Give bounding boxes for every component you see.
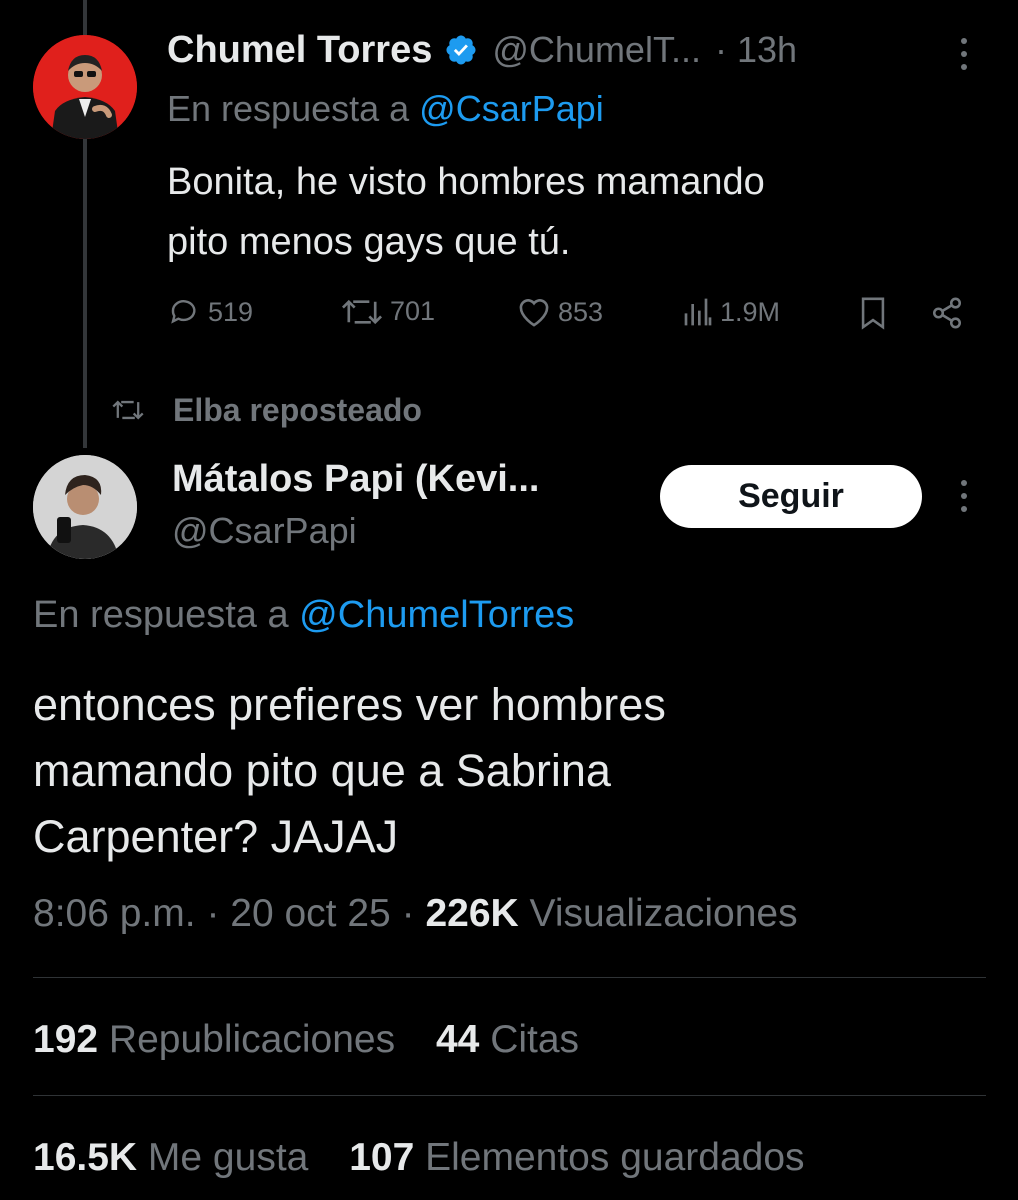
share-button[interactable] <box>930 296 964 330</box>
reply-count: 519 <box>208 296 254 327</box>
bookmark-button[interactable] <box>858 296 888 330</box>
repost-label[interactable]: Elba reposteado <box>173 392 422 429</box>
separator-dot: · <box>206 892 220 935</box>
bookmarks-count: 107 <box>349 1136 415 1179</box>
reposts-label: Republicaciones <box>108 1018 396 1061</box>
reposts-count: 192 <box>33 1018 99 1061</box>
repost-icon <box>111 398 145 422</box>
more-options-icon[interactable] <box>961 480 967 512</box>
reply-mention-link[interactable]: @CsarPapi <box>419 88 604 129</box>
repost-button[interactable]: 701 <box>340 296 435 327</box>
tweet-date[interactable]: 20 oct 25 <box>230 892 390 935</box>
tweet-text-line: Carpenter? JAJAJ <box>33 811 399 862</box>
engagement-stats-row: 16.5K Me gusta 107 Elementos guardados <box>33 1136 805 1180</box>
like-count: 853 <box>558 296 604 327</box>
reply-prefix: En respuesta a <box>33 594 289 636</box>
quotes-count: 44 <box>435 1018 480 1061</box>
reply-icon <box>168 296 202 328</box>
separator-dot: · <box>401 892 415 935</box>
like-button[interactable]: 853 <box>516 296 603 328</box>
tweet-time[interactable]: · 13h <box>715 29 797 71</box>
repost-icon <box>340 297 384 327</box>
author-handle[interactable]: @CsarPapi <box>172 510 357 552</box>
quotes-label: Citas <box>490 1018 580 1061</box>
repost-context: Elba reposteado <box>111 390 422 430</box>
tweet-text-line: mamando pito que a Sabrina <box>33 745 611 796</box>
quotes-stat[interactable]: 44 Citas <box>436 1018 579 1061</box>
likes-label: Me gusta <box>147 1136 309 1179</box>
reply-prefix: En respuesta a <box>167 88 410 129</box>
likes-stat[interactable]: 16.5K Me gusta <box>33 1136 308 1179</box>
bookmark-icon <box>858 296 888 330</box>
reposts-stat[interactable]: 192 Republicaciones <box>33 1018 395 1061</box>
avatar[interactable] <box>33 35 137 139</box>
author-handle[interactable]: @ChumelT... <box>492 29 701 71</box>
likes-count: 16.5K <box>33 1136 138 1179</box>
tweet-text-line: entonces prefieres ver hombres <box>33 679 666 730</box>
tweet-text-line: pito menos gays que tú. <box>167 221 571 263</box>
reply-button[interactable]: 519 <box>168 296 253 328</box>
views-count: 226K <box>425 892 519 935</box>
reply-context: En respuesta a @CsarPapi <box>167 88 604 130</box>
author-name[interactable]: Mátalos Papi (Kevi... <box>172 458 539 501</box>
author-name[interactable]: Chumel Torres <box>167 29 432 72</box>
views-count: 1.9M <box>720 296 781 327</box>
reply-context: En respuesta a @ChumelTorres <box>33 594 574 637</box>
bookmarks-label: Elementos guardados <box>425 1136 805 1179</box>
tweet-metadata: 8:06 p.m. · 20 oct 25 · 226K Visualizaci… <box>33 892 798 936</box>
repost-count: 701 <box>390 296 436 326</box>
bookmarks-stat[interactable]: 107 Elementos guardados <box>349 1136 804 1179</box>
views-label: Visualizaciones <box>529 892 798 935</box>
heart-icon <box>516 296 552 328</box>
divider <box>33 1095 986 1096</box>
tweet-text-line: Bonita, he visto hombres mamando <box>167 161 765 203</box>
more-options-icon[interactable] <box>961 38 967 70</box>
avatar[interactable] <box>33 455 137 559</box>
tweet-text: entonces prefieres ver hombres mamando p… <box>33 672 666 870</box>
divider <box>33 977 986 978</box>
tweet-text: Bonita, he visto hombres mamando pito me… <box>167 152 765 272</box>
reply-mention-link[interactable]: @ChumelTorres <box>299 594 574 636</box>
engagement-stats-row: 192 Republicaciones 44 Citas <box>33 1018 579 1062</box>
views-button[interactable]: 1.9M <box>682 296 780 328</box>
share-icon <box>930 296 964 330</box>
views-chart-icon <box>682 296 714 328</box>
tweet-header: Chumel Torres @ChumelT... · 13h <box>167 28 797 72</box>
tweet-time[interactable]: 8:06 p.m. <box>33 892 196 935</box>
verified-badge-icon <box>444 33 478 67</box>
follow-button[interactable]: Seguir <box>660 465 922 528</box>
